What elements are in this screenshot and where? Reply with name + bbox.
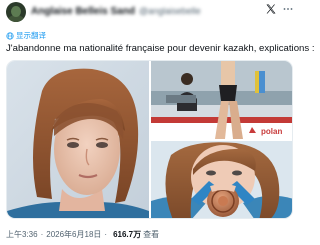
post-text: J'abandonne ma nationalité française pou… <box>6 43 315 54</box>
photo-portrait[interactable] <box>7 61 149 218</box>
post-header: Anglaise Belleis Sand @anglaisebelle <box>0 0 299 30</box>
avatar[interactable] <box>6 2 26 22</box>
translate-link[interactable]: 显示翻译 <box>6 30 46 41</box>
separator: · <box>40 229 44 239</box>
author-name[interactable]: Anglaise Belleis Sand <box>31 6 135 17</box>
author-handle[interactable]: @anglaisebelle <box>139 6 201 16</box>
post-meta: 上午3:36 · 2026年6月18日 · 616.7万 查看 <box>6 228 159 240</box>
separator-2: · <box>104 229 108 239</box>
post-time[interactable]: 上午3:36 <box>6 229 38 240</box>
x-logo-icon <box>266 4 276 14</box>
view-count: 616.7万 <box>113 229 142 239</box>
media-grid: polan <box>6 60 293 219</box>
photo-medal[interactable] <box>151 141 292 218</box>
avatar-face <box>11 6 21 17</box>
globe-icon <box>6 31 14 40</box>
author-info[interactable]: Anglaise Belleis Sand @anglaisebelle <box>31 4 201 18</box>
view-count-label: 查看 <box>143 229 160 239</box>
translate-label[interactable]: 显示翻译 <box>16 30 46 41</box>
post-date[interactable]: 2026年6月18日 <box>46 229 101 240</box>
banner-text: polan <box>261 127 282 136</box>
photo-stadium[interactable]: polan <box>151 61 292 139</box>
more-icon[interactable] <box>282 3 294 15</box>
